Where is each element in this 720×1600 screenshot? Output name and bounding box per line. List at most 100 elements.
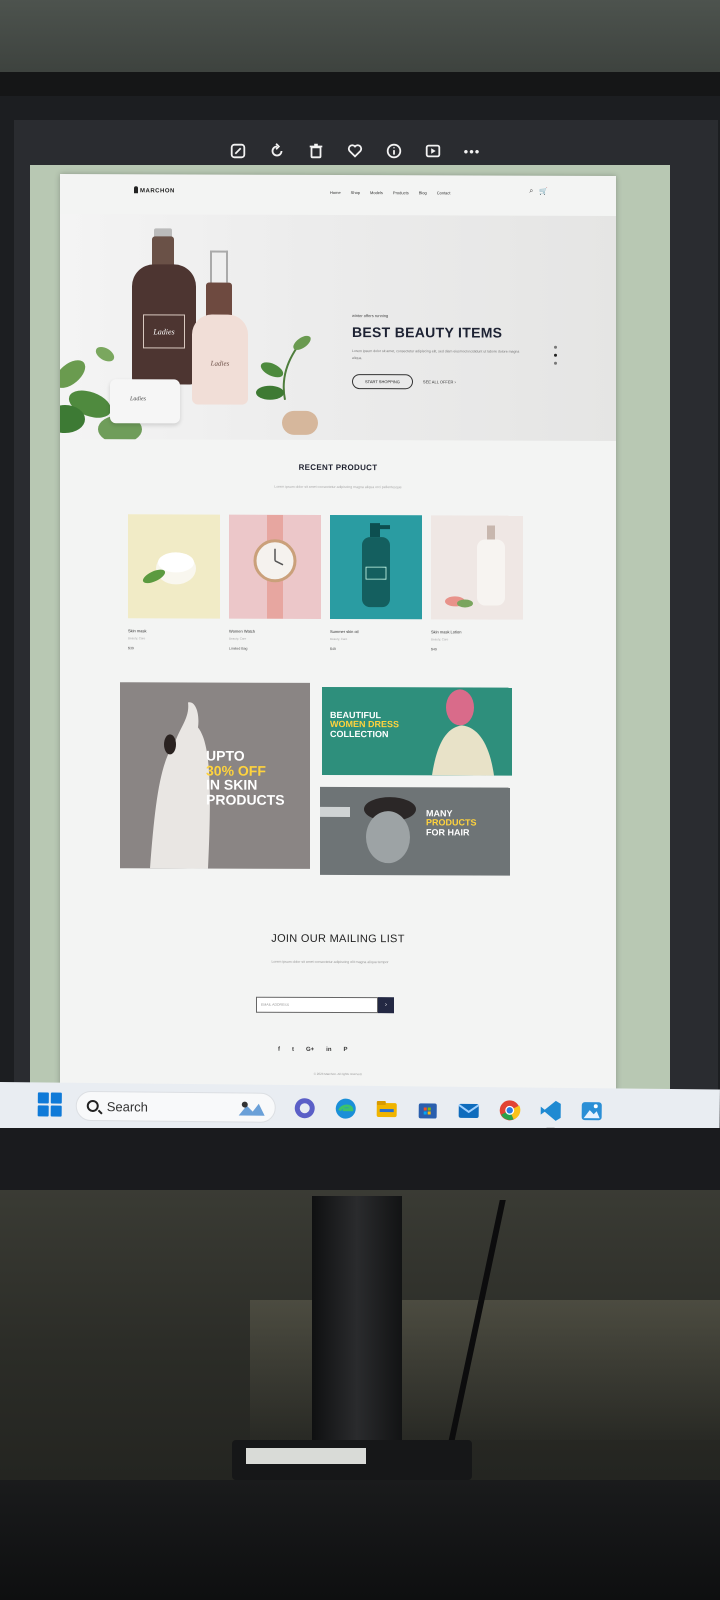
product-image-summer-oil[interactable] bbox=[330, 514, 422, 620]
hair-banner-line3: FOR HAIR bbox=[426, 827, 470, 838]
product-card[interactable]: Skin mask Beauty, Care $39 bbox=[128, 514, 220, 650]
windows-logo-icon bbox=[37, 1105, 49, 1117]
vscode-button[interactable] bbox=[538, 1098, 564, 1131]
pump-bottle-icon bbox=[362, 523, 390, 608]
website-mockup: MARCHON Home Shop Models Products Blog C… bbox=[60, 174, 616, 1096]
chrome-browser-button[interactable] bbox=[497, 1097, 523, 1123]
product-name[interactable]: Skin mask bbox=[128, 628, 220, 633]
slideshow-button[interactable] bbox=[420, 138, 446, 164]
product-category: Beauty, Care bbox=[431, 637, 449, 642]
rotate-button[interactable] bbox=[264, 138, 290, 164]
info-icon bbox=[386, 143, 402, 159]
pump-icon bbox=[210, 250, 228, 283]
subscribe-button[interactable]: › bbox=[378, 997, 394, 1014]
facebook-icon[interactable]: f bbox=[278, 1047, 280, 1053]
chat-app-button[interactable] bbox=[292, 1095, 318, 1121]
women-dress-banner[interactable]: BEAUTIFUL WOMEN DRESS COLLECTION bbox=[322, 686, 512, 776]
edge-browser-button[interactable] bbox=[333, 1095, 359, 1121]
nav-item-models[interactable]: Models bbox=[370, 190, 383, 195]
header-icons: ⌕ 🛒 bbox=[529, 188, 548, 196]
hero-banner: Ladies Ladies Ladies winter offers runni… bbox=[60, 214, 616, 441]
hair-products-banner[interactable]: MANY PRODUCTS FOR HAIR bbox=[320, 786, 510, 876]
stand-sticker bbox=[246, 1448, 366, 1464]
google-plus-icon[interactable]: G+ bbox=[306, 1047, 314, 1053]
mail-app-button[interactable] bbox=[456, 1097, 482, 1123]
wood-roller bbox=[282, 410, 318, 435]
product-card[interactable]: Summer skin oil Beauty, Care $49 bbox=[330, 514, 422, 651]
start-shopping-button[interactable]: START SHOPPING bbox=[352, 374, 413, 390]
mail-icon bbox=[458, 1103, 480, 1118]
photos-icon bbox=[581, 1102, 602, 1121]
site-header: MARCHON Home Shop Models Products Blog C… bbox=[60, 174, 616, 216]
taskbar-apps bbox=[292, 1095, 605, 1132]
nav-item-contact[interactable]: Contact bbox=[437, 190, 451, 195]
more-icon: ••• bbox=[463, 143, 481, 159]
slider-dot[interactable] bbox=[554, 361, 557, 365]
start-button[interactable] bbox=[37, 1092, 62, 1117]
windows-logo-icon bbox=[50, 1105, 62, 1117]
nav-item-shop[interactable]: Shop bbox=[351, 190, 360, 195]
store-app-button[interactable] bbox=[415, 1096, 441, 1122]
chrome-icon bbox=[499, 1100, 521, 1121]
trash-icon bbox=[309, 143, 323, 159]
product-image-lotion[interactable] bbox=[431, 515, 523, 620]
file-explorer-button[interactable] bbox=[374, 1096, 400, 1122]
dress-banner-text: BEAUTIFUL WOMEN DRESS COLLECTION bbox=[330, 710, 399, 740]
photo-viewer-toolbar: ••• bbox=[225, 136, 485, 166]
nav-item-products[interactable]: Products bbox=[393, 190, 409, 195]
email-input[interactable]: EMAIL ADDRESS bbox=[256, 996, 378, 1014]
info-button[interactable] bbox=[381, 138, 407, 164]
hero-actions: START SHOPPING SEE ALL OFFER › bbox=[352, 374, 552, 390]
linkedin-icon[interactable]: in bbox=[326, 1047, 331, 1053]
slideshow-icon bbox=[425, 144, 441, 158]
logo-icon bbox=[134, 186, 138, 194]
taskbar-search[interactable]: Search bbox=[75, 1090, 276, 1123]
background-wall bbox=[0, 0, 720, 80]
logo-text: MARCHON bbox=[140, 188, 175, 195]
product-name[interactable]: Summer skin oil bbox=[330, 629, 422, 634]
search-icon[interactable]: ⌕ bbox=[529, 188, 533, 196]
delete-button[interactable] bbox=[303, 138, 329, 164]
mailing-list-subtitle: Lorem ipsum dolor sit amet consectetur a… bbox=[271, 959, 389, 965]
more-button[interactable]: ••• bbox=[459, 138, 485, 164]
twitter-icon[interactable]: t bbox=[292, 1047, 294, 1053]
slider-dot[interactable] bbox=[554, 345, 557, 349]
skin-products-banner[interactable]: UPTO 30% OFF IN SKIN PRODUCTS bbox=[120, 682, 310, 869]
chat-icon bbox=[294, 1098, 315, 1119]
light-bottle-neck bbox=[206, 282, 232, 319]
see-offers-link[interactable]: SEE ALL OFFER › bbox=[423, 379, 456, 384]
product-card[interactable]: Skin mask Lotion Beauty, Care $49 bbox=[431, 515, 523, 651]
light-bottle-label: Ladies bbox=[210, 359, 230, 368]
recent-product-title: RECENT PRODUCT bbox=[298, 462, 378, 473]
hero-description: Lorem ipsum dolor sit amet, consectetur … bbox=[352, 349, 520, 361]
slider-dots bbox=[554, 345, 557, 365]
edit-button[interactable] bbox=[225, 138, 251, 164]
photos-app-button[interactable] bbox=[579, 1098, 605, 1132]
product-image-skin-mask[interactable] bbox=[128, 514, 220, 619]
slider-dot-active[interactable] bbox=[554, 353, 557, 357]
store-icon bbox=[418, 1103, 437, 1119]
cream-jar-icon bbox=[142, 552, 196, 585]
product-image-women-watch[interactable] bbox=[229, 514, 321, 619]
favorite-button[interactable] bbox=[342, 138, 368, 164]
hair-banner-text: MANY PRODUCTS FOR HAIR bbox=[426, 808, 477, 838]
product-name[interactable]: Skin mask Lotion bbox=[431, 629, 523, 634]
second-monitor-edge bbox=[0, 1480, 720, 1600]
nav-item-blog[interactable]: Blog bbox=[419, 190, 427, 195]
rotate-icon bbox=[271, 143, 283, 157]
cart-icon[interactable]: 🛒 bbox=[539, 188, 548, 196]
product-name[interactable]: Women Watch bbox=[229, 629, 321, 634]
product-category: Beauty, Care bbox=[229, 636, 247, 641]
search-highlight-icon bbox=[238, 1101, 265, 1116]
windows-logo-icon bbox=[37, 1092, 49, 1104]
mailing-list-title: JOIN OUR MAILING LIST bbox=[271, 932, 405, 946]
site-logo[interactable]: MARCHON bbox=[134, 186, 175, 194]
edge-icon bbox=[335, 1098, 356, 1119]
product-card[interactable]: Women Watch Beauty, Care Limited Bag bbox=[229, 514, 321, 651]
nav-item-home[interactable]: Home bbox=[330, 190, 341, 195]
edit-icon bbox=[230, 143, 246, 159]
pinterest-icon[interactable]: P bbox=[344, 1047, 348, 1053]
skin-banner-line4: PRODUCTS bbox=[206, 791, 285, 808]
product-category: Beauty, Care bbox=[330, 636, 348, 642]
dark-bottle-label: Ladies bbox=[143, 314, 185, 349]
